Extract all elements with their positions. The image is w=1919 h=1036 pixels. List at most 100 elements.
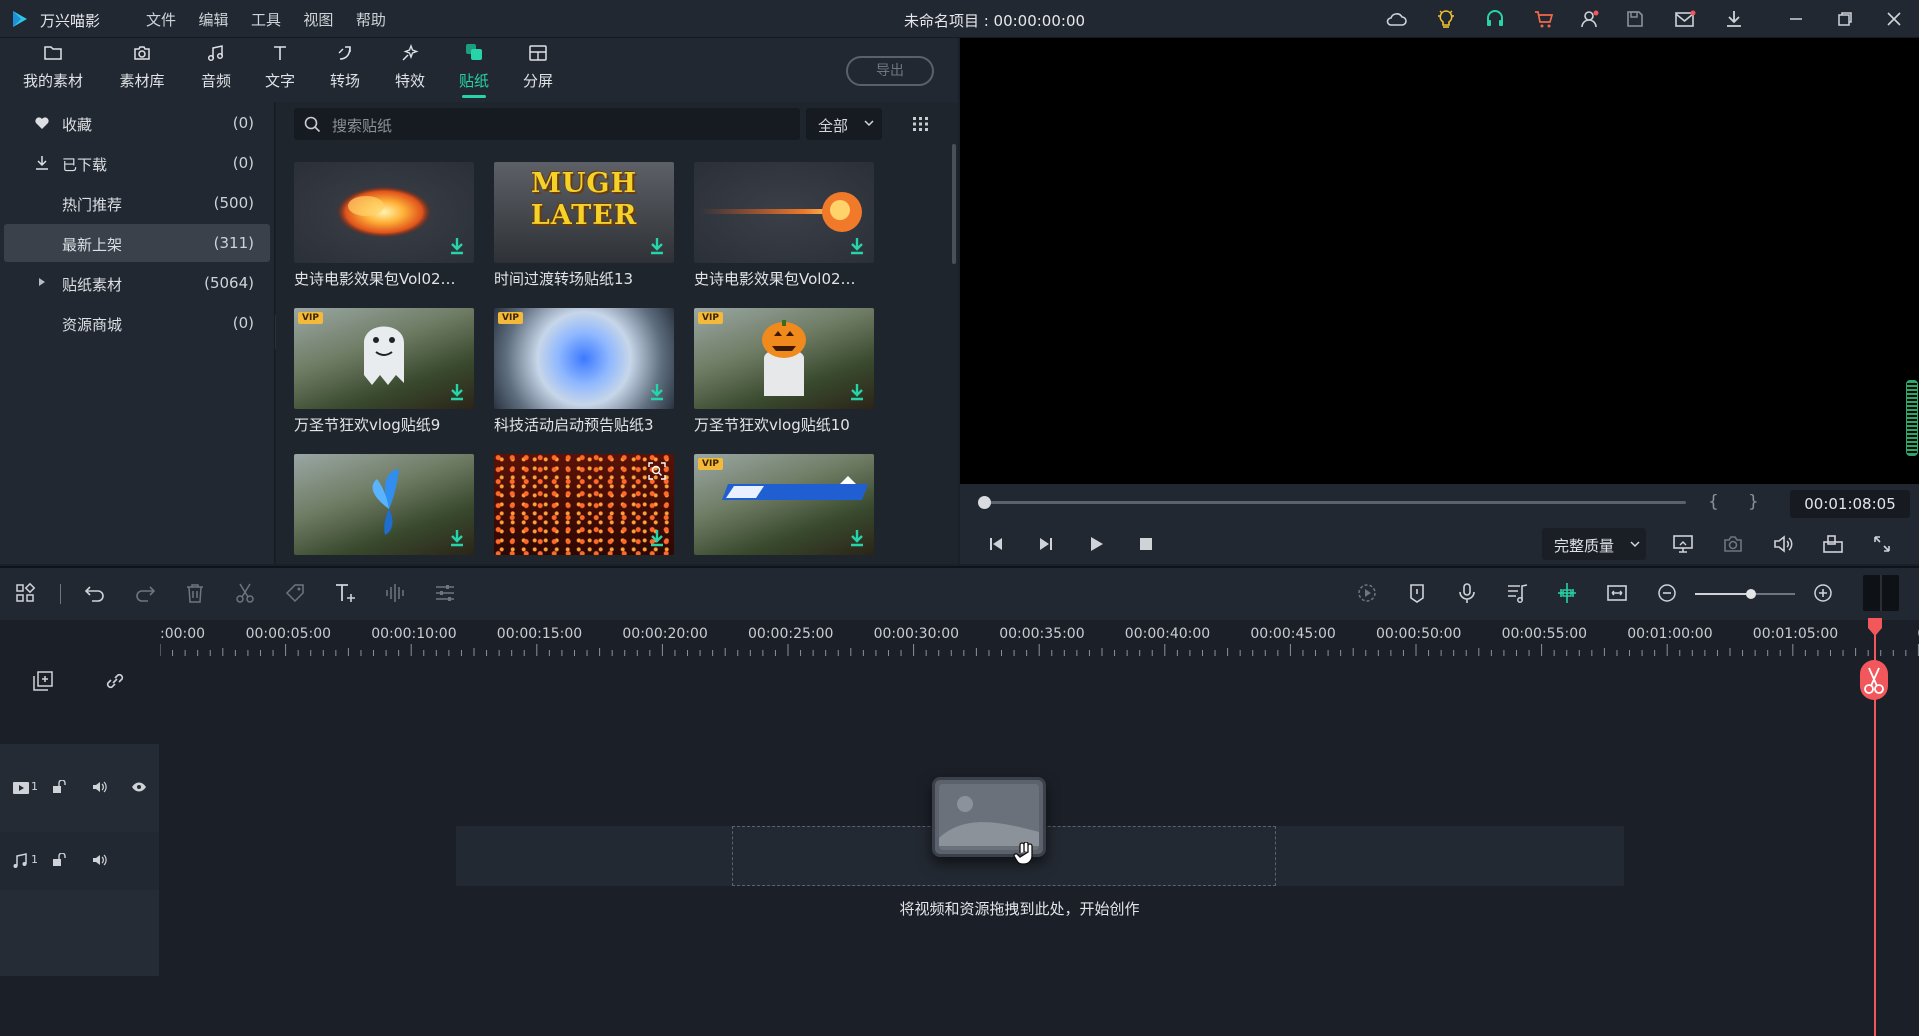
audio-track-header[interactable]: 1: [0, 832, 159, 890]
tab-audio[interactable]: 音频: [188, 38, 244, 102]
mark-in-button[interactable]: {: [1708, 492, 1719, 512]
split-scissor-icon[interactable]: [1860, 660, 1888, 700]
category-favorites[interactable]: 收藏 (0): [4, 104, 270, 142]
sticker-card[interactable]: VIP: [694, 454, 874, 562]
aspect-ratio-icon[interactable]: [1822, 534, 1844, 554]
category-downloaded[interactable]: 已下载 (0): [4, 144, 270, 182]
audio-mixer-icon[interactable]: [1506, 582, 1528, 604]
step-back-icon[interactable]: [988, 536, 1004, 552]
lock-icon[interactable]: [52, 780, 66, 794]
stop-icon[interactable]: [1138, 536, 1154, 552]
undo-icon[interactable]: [84, 582, 106, 604]
mail-icon[interactable]: [1673, 8, 1697, 30]
save-icon[interactable]: [1623, 8, 1647, 30]
tab-split-screen[interactable]: 分屏: [510, 38, 566, 102]
tab-transition[interactable]: 转场: [317, 38, 373, 102]
speaker-icon[interactable]: [92, 780, 107, 794]
mark-out-button[interactable]: }: [1748, 492, 1759, 512]
download-icon[interactable]: [1722, 8, 1746, 30]
microphone-icon[interactable]: [1456, 582, 1478, 604]
download-icon[interactable]: [650, 237, 664, 255]
sticker-card[interactable]: VIP 万圣节狂欢vlog贴纸10: [694, 308, 874, 435]
sticker-card[interactable]: 史诗电影效果包Vol02…: [694, 162, 874, 289]
snapshot-icon[interactable]: [1722, 534, 1744, 554]
headset-icon[interactable]: [1483, 8, 1507, 30]
redo-icon[interactable]: [134, 582, 156, 604]
expand-arrow-icon[interactable]: [38, 277, 46, 287]
playhead-handle[interactable]: [1863, 618, 1887, 636]
sticker-card[interactable]: VIP 科技活动启动预告贴纸3: [494, 308, 674, 435]
video-track-header[interactable]: 1: [0, 744, 159, 832]
zoom-slider[interactable]: [1695, 589, 1795, 599]
panel-toggle[interactable]: [1863, 575, 1899, 611]
monitor-icon[interactable]: [1672, 534, 1694, 554]
sticker-card[interactable]: VIP 万圣节狂欢vlog贴纸9: [294, 308, 474, 435]
step-forward-icon[interactable]: [1038, 536, 1054, 552]
snap-icon[interactable]: [1556, 582, 1578, 604]
zoom-slider-knob[interactable]: [1746, 589, 1756, 599]
layout-icon[interactable]: [14, 582, 36, 604]
menu-file[interactable]: 文件: [146, 9, 176, 30]
speaker-icon[interactable]: [92, 853, 107, 867]
fullscreen-icon[interactable]: [1872, 534, 1892, 554]
lock-icon[interactable]: [52, 853, 66, 867]
cart-icon[interactable]: [1532, 8, 1556, 30]
tab-text[interactable]: 文字: [252, 38, 308, 102]
progress-knob[interactable]: [978, 496, 991, 509]
render-icon[interactable]: [1356, 582, 1378, 604]
download-icon[interactable]: [650, 529, 664, 547]
restore-icon[interactable]: [1833, 8, 1857, 30]
download-icon[interactable]: [850, 529, 864, 547]
zoom-preview-icon[interactable]: [648, 462, 666, 480]
menu-help[interactable]: 帮助: [356, 9, 386, 30]
tab-effects[interactable]: 特效: [382, 38, 438, 102]
volume-icon[interactable]: [1772, 534, 1794, 554]
link-icon[interactable]: [104, 670, 126, 692]
adjust-icon[interactable]: [434, 582, 456, 604]
category-hot[interactable]: 热门推荐 (500): [4, 184, 270, 222]
category-newest[interactable]: 最新上架 (311): [4, 224, 270, 262]
zoom-out-icon[interactable]: [1656, 582, 1678, 604]
menu-tools[interactable]: 工具: [251, 9, 281, 30]
eye-icon[interactable]: [131, 781, 147, 793]
grid-view-icon[interactable]: [912, 116, 930, 132]
zoom-in-icon[interactable]: [1812, 582, 1834, 604]
menu-view[interactable]: 视图: [303, 9, 333, 30]
search-input[interactable]: 搜索贴纸: [294, 108, 800, 140]
playback-progress[interactable]: [978, 496, 1686, 509]
quality-select[interactable]: 完整质量: [1542, 528, 1646, 560]
fit-timeline-icon[interactable]: [1606, 582, 1628, 604]
marker-icon[interactable]: [1406, 582, 1428, 604]
close-icon[interactable]: [1882, 8, 1906, 30]
export-button[interactable]: 导出: [846, 56, 934, 86]
user-icon[interactable]: [1578, 8, 1602, 30]
menu-edit[interactable]: 编辑: [198, 9, 228, 30]
play-icon[interactable]: [1088, 536, 1104, 552]
filter-select[interactable]: 全部: [806, 108, 882, 140]
sticker-card[interactable]: MUGH LATER 时间过渡转场贴纸13: [494, 162, 674, 289]
preview-canvas[interactable]: [960, 38, 1919, 484]
timeline-ruler[interactable]: :00:00 00:00:05:00 00:00:10:00 00:00:15:00 0…: [0, 620, 1919, 656]
add-text-icon[interactable]: [334, 582, 358, 604]
sticker-card[interactable]: 史诗电影效果包Vol02…: [294, 162, 474, 289]
tab-my-media[interactable]: 我的素材: [16, 38, 90, 102]
bulb-icon[interactable]: [1434, 8, 1458, 30]
sticker-card[interactable]: [294, 454, 474, 562]
download-icon[interactable]: [450, 237, 464, 255]
cloud-icon[interactable]: [1384, 8, 1408, 30]
minimize-icon[interactable]: [1784, 8, 1808, 30]
download-icon[interactable]: [450, 529, 464, 547]
cut-icon[interactable]: [234, 582, 256, 604]
download-icon[interactable]: [650, 383, 664, 401]
download-icon[interactable]: [850, 383, 864, 401]
download-icon[interactable]: [450, 383, 464, 401]
delete-icon[interactable]: [184, 582, 206, 604]
add-track-icon[interactable]: [32, 670, 54, 692]
category-sticker-material[interactable]: 贴纸素材 (5064): [4, 264, 270, 302]
category-store[interactable]: 资源商城 (0): [4, 304, 270, 342]
scrollbar[interactable]: [952, 144, 956, 264]
tab-media-library[interactable]: 素材库: [106, 38, 178, 102]
tag-icon[interactable]: [284, 582, 306, 604]
tab-stickers[interactable]: 贴纸: [446, 38, 502, 102]
audio-split-icon[interactable]: [384, 582, 406, 604]
